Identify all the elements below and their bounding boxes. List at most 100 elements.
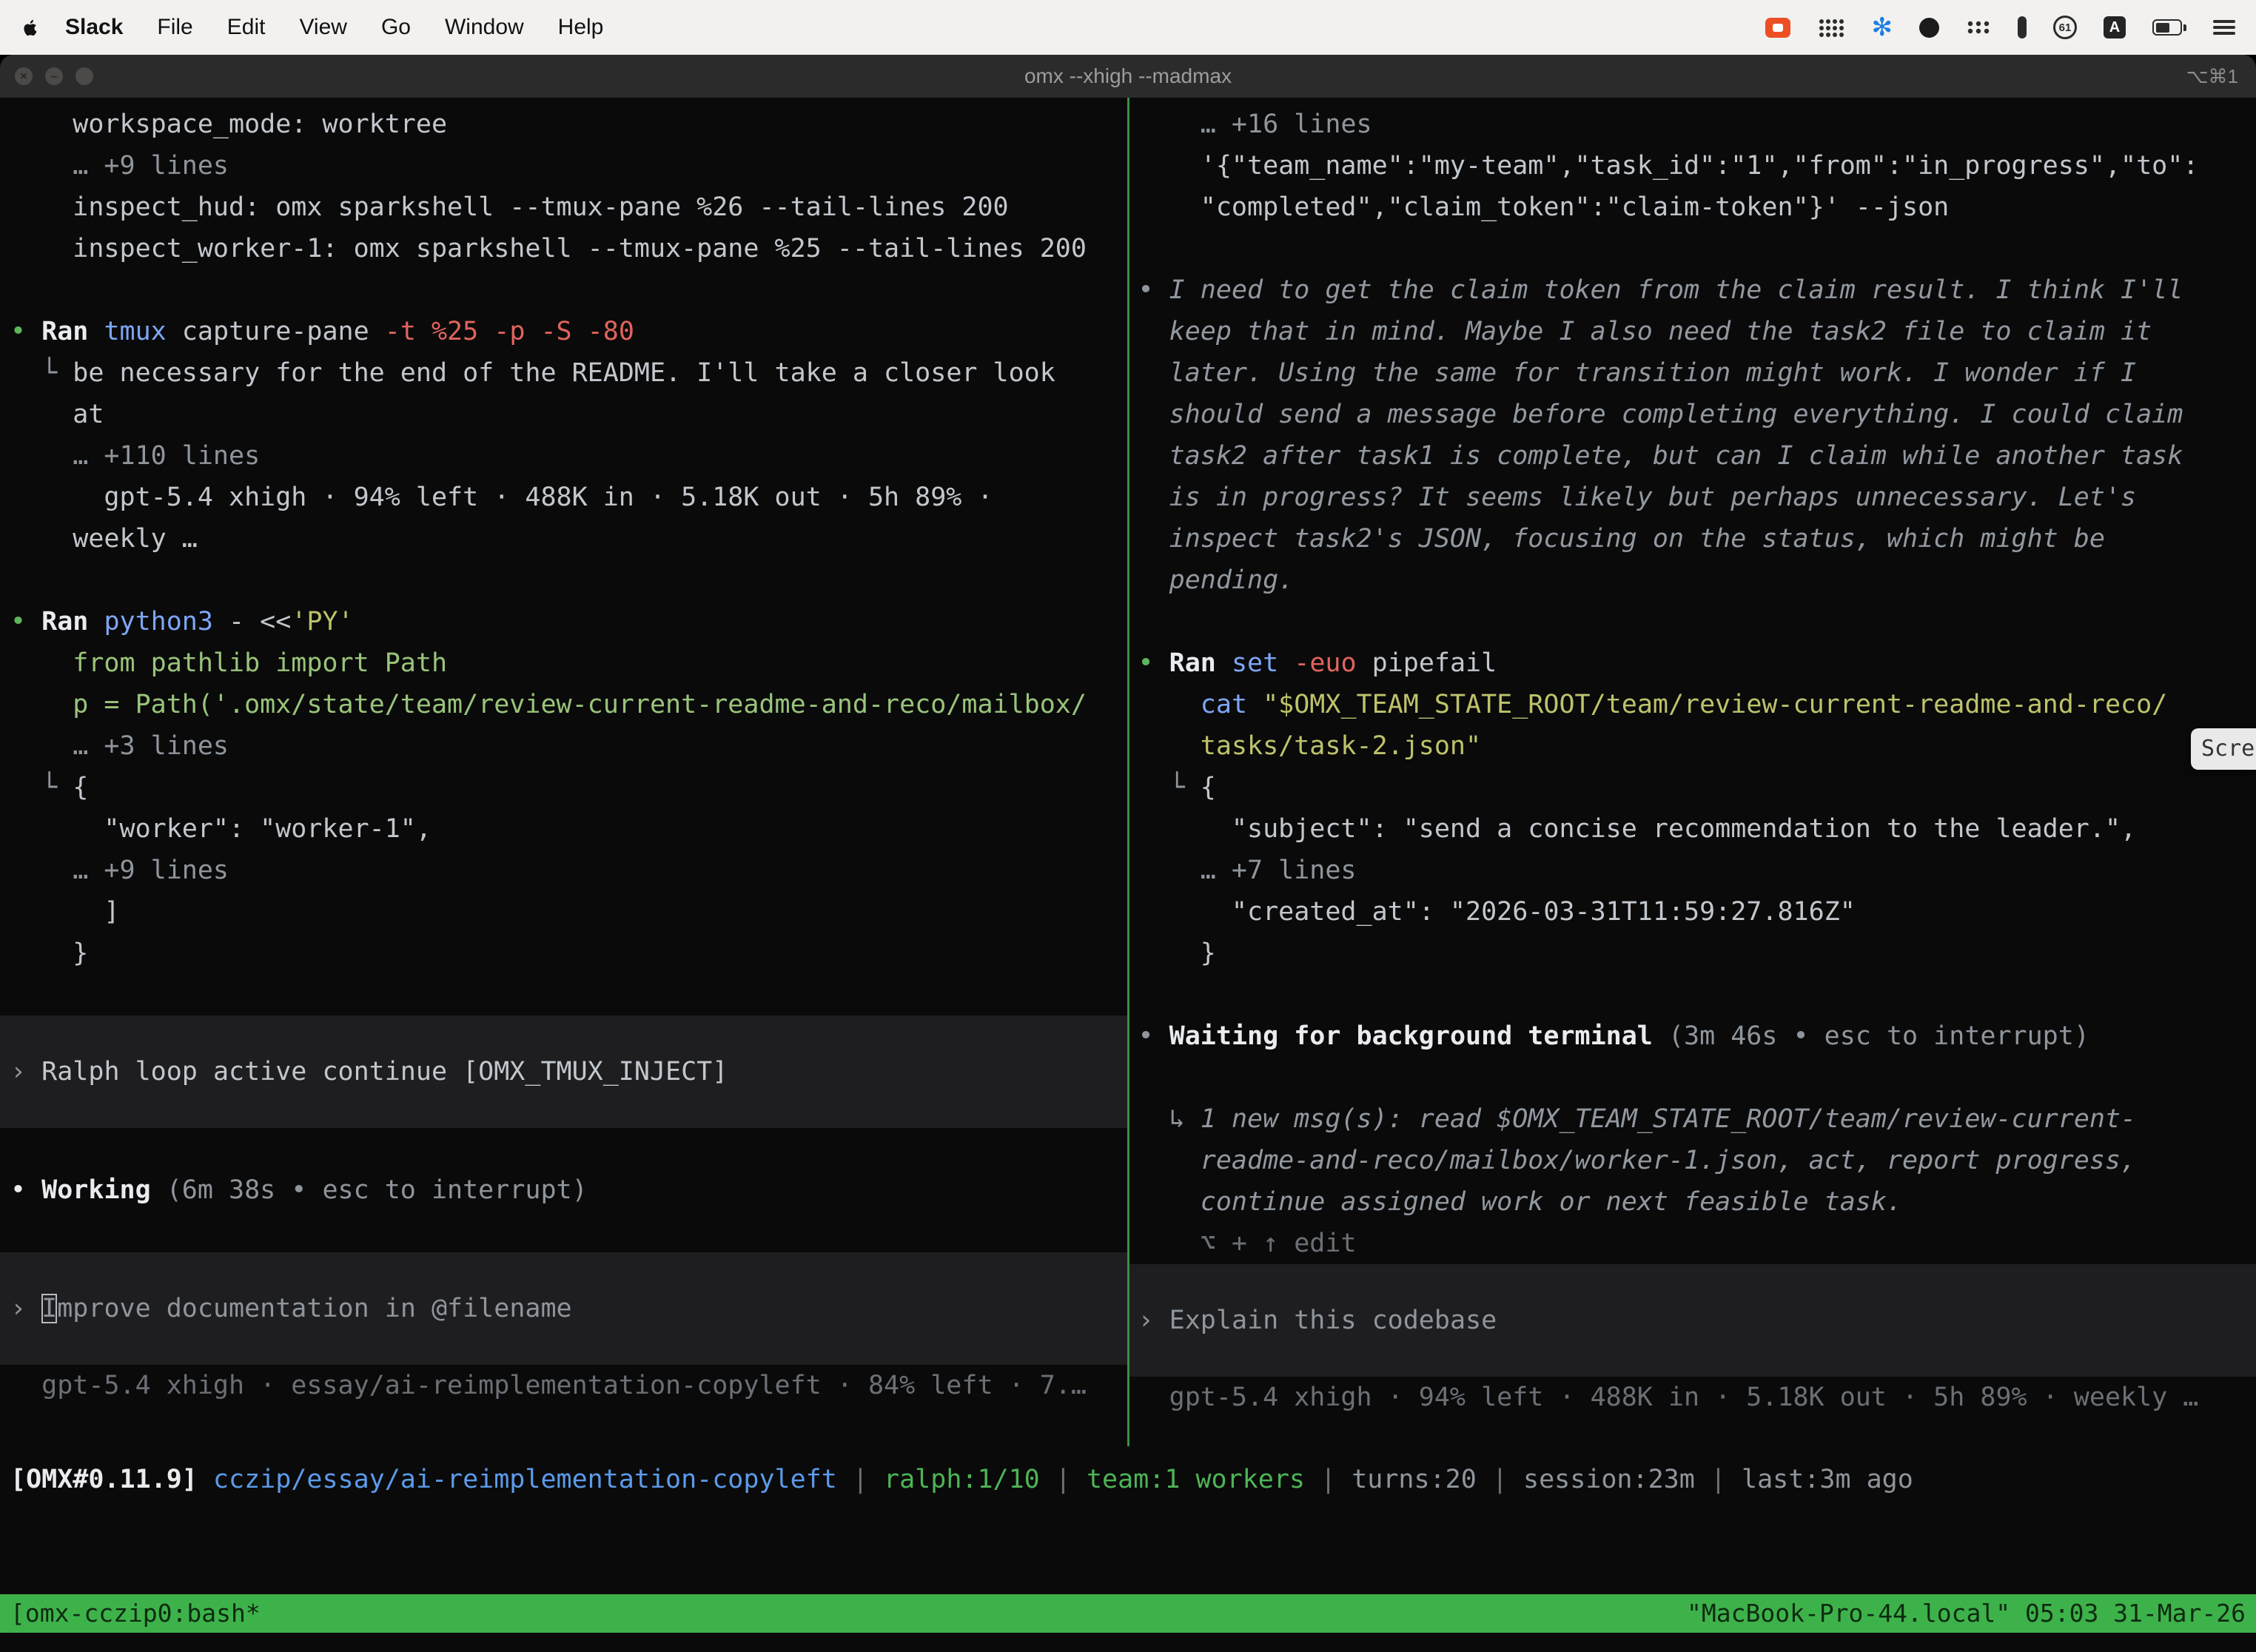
dark-circle-icon[interactable]: [1919, 11, 1939, 44]
terminal-line: [1129, 601, 2256, 642]
battery-icon[interactable]: [2152, 11, 2186, 44]
terminal-line: [0, 974, 1127, 1015]
screen-share-overlay: Scre: [2191, 728, 2256, 770]
input-source-icon[interactable]: A: [2104, 11, 2126, 44]
terminal-line: └ {: [0, 767, 1127, 808]
apple-menu-icon[interactable]: [21, 18, 41, 38]
close-button[interactable]: ×: [15, 67, 33, 85]
dots-grid-icon[interactable]: [1966, 11, 1991, 44]
terminal-line: • Working (6m 38s • esc to interrupt): [0, 1169, 1127, 1211]
bottom-strip: [0, 1633, 2256, 1652]
menu-lines-icon[interactable]: [2213, 11, 2235, 44]
terminal-panes: workspace_mode: worktree … +9 lines insp…: [0, 98, 2256, 1446]
window-title: omx --xhigh --madmax: [0, 64, 2256, 88]
terminal-line: "subject": "send a concise recommendatio…: [1129, 808, 2256, 850]
terminal-line: [0, 560, 1127, 601]
terminal-line: › Ralph loop active continue [OMX_TMUX_I…: [0, 1051, 1127, 1092]
terminal-block: gpt-5.4 xhigh · essay/ai-reimplementatio…: [0, 1365, 1127, 1406]
tmux-status-bar: [omx-cczip0:bash* "MacBook-Pro-44.local"…: [0, 1594, 2256, 1633]
terminal-line: ↳ 1 new msg(s): read $OMX_TEAM_STATE_ROO…: [1129, 1098, 2256, 1140]
terminal-line: • Ran python3 - <<'PY': [0, 601, 1127, 642]
menu-items: SlackFileEditViewGoWindowHelp: [48, 15, 620, 40]
terminal-line: should send a message before completing …: [1129, 394, 2256, 435]
terminal-line: }: [1129, 933, 2256, 974]
zoom-button[interactable]: [75, 67, 93, 85]
terminal-line: • Waiting for background terminal (3m 46…: [1129, 1015, 2256, 1057]
traffic-lights: × –: [0, 67, 93, 85]
terminal-line: … +110 lines: [0, 435, 1127, 477]
terminal-line: '{"team_name":"my-team","task_id":"1","f…: [1129, 145, 2256, 187]
terminal-line: [0, 1128, 1127, 1169]
right-input-prompt[interactable]: › Explain this codebase: [1129, 1264, 2256, 1377]
terminal-block: • Working (6m 38s • esc to interrupt): [0, 1128, 1127, 1252]
terminal-line: continue assigned work or next feasible …: [1129, 1181, 2256, 1223]
blue-asterisk-icon[interactable]: ✻: [1872, 11, 1893, 44]
terminal-line: p = Path('.omx/state/team/review-current…: [0, 684, 1127, 725]
tmux-session-label: [omx-cczip0:bash*: [10, 1594, 261, 1633]
terminal-line: gpt-5.4 xhigh · essay/ai-reimplementatio…: [0, 1365, 1127, 1406]
window-titlebar[interactable]: × – omx --xhigh --madmax ⌥⌘1: [0, 55, 2256, 98]
terminal-line: "worker": "worker-1",: [0, 808, 1127, 850]
terminal-line: keep that in mind. Maybe I also need the…: [1129, 311, 2256, 352]
input-source-letter: A: [2104, 16, 2126, 38]
terminal-empty-space: [0, 1513, 2256, 1594]
terminal-line: • Ran tmux capture-pane -t %25 -p -S -80: [0, 311, 1127, 352]
terminal-line: … +3 lines: [0, 725, 1127, 767]
terminal-line: gpt-5.4 xhigh · 94% left · 488K in · 5.1…: [1129, 1377, 2256, 1418]
menu-view[interactable]: View: [282, 15, 363, 40]
terminal-line: • I need to get the claim token from the…: [1129, 269, 2256, 311]
right-pane[interactable]: … +16 lines '{"team_name":"my-team","tas…: [1129, 98, 2256, 1446]
terminal-line: gpt-5.4 xhigh · 94% left · 488K in · 5.1…: [0, 477, 1127, 518]
terminal-line: "created_at": "2026-03-31T11:59:27.816Z": [1129, 891, 2256, 933]
screen: SlackFileEditViewGoWindowHelp ✻ 61 A × –: [0, 0, 2256, 1652]
terminal-line: task2 after task1 is complete, but can I…: [1129, 435, 2256, 477]
terminal-line: … +16 lines: [1129, 104, 2256, 145]
terminal-line: └ {: [1129, 767, 2256, 808]
menu-slack[interactable]: Slack: [48, 15, 140, 40]
menu-go[interactable]: Go: [364, 15, 428, 40]
terminal-line: "completed","claim_token":"claim-token"}…: [1129, 187, 2256, 228]
terminal-block: gpt-5.4 xhigh · 94% left · 488K in · 5.1…: [1129, 1377, 2256, 1418]
terminal-line: tasks/task-2.json": [1129, 725, 2256, 767]
menu-window[interactable]: Window: [428, 15, 541, 40]
menubar: SlackFileEditViewGoWindowHelp ✻ 61 A: [0, 0, 2256, 55]
left-input-prompt[interactable]: › Improve documentation in @filename: [0, 1252, 1127, 1365]
menu-file[interactable]: File: [140, 15, 209, 40]
key-icon[interactable]: [2018, 11, 2027, 44]
terminal-line: [0, 1211, 1127, 1252]
terminal-line: … +9 lines: [0, 850, 1127, 891]
left-pane[interactable]: workspace_mode: worktree … +9 lines insp…: [0, 98, 1127, 1446]
terminal-line: at: [0, 394, 1127, 435]
terminal-line: [0, 269, 1127, 311]
window-shortcut-hint: ⌥⌘1: [2186, 65, 2256, 88]
terminal-line: ⌥ + ↑ edit: [1129, 1223, 2256, 1264]
menu-help[interactable]: Help: [541, 15, 621, 40]
terminal-line: readme-and-reco/mailbox/worker-1.json, a…: [1129, 1140, 2256, 1181]
terminal-line: [1129, 228, 2256, 269]
terminal-line: pending.: [1129, 560, 2256, 601]
menubar-status-icons: ✻ 61 A: [1765, 11, 2236, 44]
ralph-loop-prompt[interactable]: › Ralph loop active continue [OMX_TMUX_I…: [0, 1015, 1127, 1128]
terminal-line: └ be necessary for the end of the README…: [0, 352, 1127, 394]
terminal-line: › Explain this codebase: [1129, 1300, 2256, 1341]
terminal-line: inspect task2's JSON, focusing on the st…: [1129, 518, 2256, 560]
terminal-line: cat "$OMX_TEAM_STATE_ROOT/team/review-cu…: [1129, 684, 2256, 725]
menu-edit[interactable]: Edit: [210, 15, 283, 40]
terminal-block: … +16 lines '{"team_name":"my-team","tas…: [1129, 104, 2256, 1264]
terminal-line: later. Using the same for transition mig…: [1129, 352, 2256, 394]
terminal-line: is in progress? It seems likely but perh…: [1129, 477, 2256, 518]
terminal-line: workspace_mode: worktree: [0, 104, 1127, 145]
terminal-line: from pathlib import Path: [0, 642, 1127, 684]
terminal-line: inspect_worker-1: omx sparkshell --tmux-…: [0, 228, 1127, 269]
gauge-value: 61: [2053, 16, 2077, 39]
keyboard-grid-icon[interactable]: [1817, 11, 1845, 44]
terminal-line: inspect_hud: omx sparkshell --tmux-pane …: [0, 187, 1127, 228]
screen-recording-icon[interactable]: [1765, 11, 1790, 44]
terminal-block: workspace_mode: worktree … +9 lines insp…: [0, 104, 1127, 1015]
minimize-button[interactable]: –: [45, 67, 63, 85]
gauge-icon[interactable]: 61: [2053, 11, 2077, 44]
tmux-host-clock: "MacBook-Pro-44.local" 05:03 31-Mar-26: [1687, 1594, 2246, 1633]
omx-status-line: [OMX#0.11.9] cczip/essay/ai-reimplementa…: [0, 1446, 2256, 1513]
terminal-line: › Improve documentation in @filename: [0, 1288, 1127, 1329]
terminal-line: }: [0, 933, 1127, 974]
